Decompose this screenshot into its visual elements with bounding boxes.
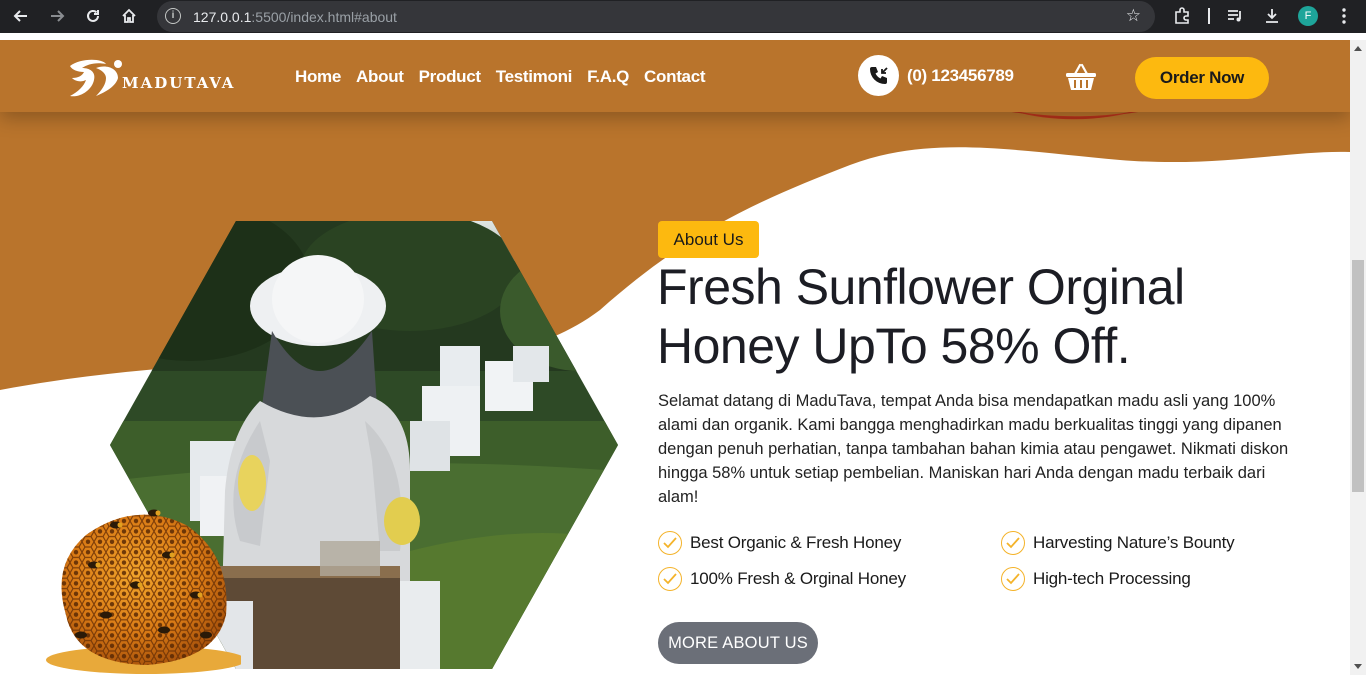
about-title: Fresh Sunflower Orginal Honey UpTo 58% O… bbox=[657, 258, 1297, 376]
url-text: 127.0.0.1:5500/index.html#about bbox=[193, 9, 397, 25]
about-description: Selamat datang di MaduTava, tempat Anda … bbox=[658, 392, 1289, 506]
page-viewport: MADUTAVA Home About Product Testimoni F.… bbox=[0, 40, 1350, 675]
scroll-up-arrow-icon[interactable] bbox=[1354, 46, 1362, 51]
feature-label: High-tech Processing bbox=[1033, 569, 1191, 588]
phone-call-icon bbox=[858, 55, 899, 96]
extensions-icon[interactable] bbox=[1170, 4, 1194, 28]
check-circle-icon bbox=[658, 567, 682, 591]
phone-number: (0) 123456789 bbox=[907, 65, 1014, 85]
about-us-badge: About Us bbox=[658, 221, 759, 258]
scroll-down-arrow-icon[interactable] bbox=[1354, 664, 1362, 669]
nav-testimoni[interactable]: Testimoni bbox=[496, 67, 573, 87]
nav-contact[interactable]: Contact bbox=[644, 67, 705, 87]
about-title-line2: Honey UpTo 58% Off. bbox=[657, 318, 1131, 374]
scrollbar-thumb[interactable] bbox=[1352, 260, 1364, 492]
logo[interactable]: MADUTAVA bbox=[66, 56, 235, 100]
logo-text: MADUTAVA bbox=[122, 74, 236, 92]
check-circle-icon bbox=[1001, 531, 1025, 555]
nav-about[interactable]: About bbox=[356, 67, 404, 87]
check-circle-icon bbox=[658, 531, 682, 555]
phone-contact[interactable]: (0) 123456789 bbox=[858, 55, 1014, 96]
feature-label: Best Organic & Fresh Honey bbox=[690, 533, 902, 552]
back-icon[interactable] bbox=[8, 3, 34, 29]
reload-icon[interactable] bbox=[80, 3, 106, 29]
nav-faq[interactable]: F.A.Q bbox=[587, 67, 629, 87]
check-circle-icon bbox=[1001, 567, 1025, 591]
downloads-icon[interactable] bbox=[1260, 4, 1284, 28]
forward-icon[interactable] bbox=[44, 3, 70, 29]
nav-home[interactable]: Home bbox=[295, 67, 341, 87]
address-bar[interactable]: i 127.0.0.1:5500/index.html#about ☆ bbox=[157, 1, 1155, 32]
feature-item: Harvesting Nature’s Bounty bbox=[1001, 531, 1235, 555]
page-top-gap bbox=[0, 33, 1366, 40]
menu-kebab-icon[interactable] bbox=[1332, 4, 1356, 28]
bookmark-star-icon[interactable]: ☆ bbox=[1126, 6, 1141, 26]
honeycomb-image bbox=[46, 509, 241, 674]
browser-toolbar: i 127.0.0.1:5500/index.html#about ☆ F bbox=[0, 0, 1366, 33]
nav-product[interactable]: Product bbox=[419, 67, 481, 87]
order-now-button[interactable]: Order Now bbox=[1135, 57, 1269, 99]
page-scrollbar[interactable] bbox=[1350, 40, 1366, 675]
feature-label: Harvesting Nature’s Bounty bbox=[1033, 533, 1235, 552]
home-icon[interactable] bbox=[116, 3, 142, 29]
basket-cart-icon[interactable] bbox=[1065, 63, 1097, 91]
bee-logo-icon bbox=[70, 59, 122, 97]
site-info-icon[interactable]: i bbox=[165, 8, 181, 24]
toolbar-divider bbox=[1208, 8, 1210, 24]
feature-item: Best Organic & Fresh Honey bbox=[658, 531, 901, 555]
profile-avatar[interactable]: F bbox=[1298, 6, 1318, 26]
about-title-line1: Fresh Sunflower Orginal bbox=[657, 259, 1185, 315]
media-controls-icon[interactable] bbox=[1223, 4, 1247, 28]
feature-item: 100% Fresh & Orginal Honey bbox=[658, 567, 906, 591]
more-about-us-button[interactable]: MORE ABOUT US bbox=[658, 622, 818, 664]
site-header: MADUTAVA Home About Product Testimoni F.… bbox=[0, 40, 1350, 112]
feature-label: 100% Fresh & Orginal Honey bbox=[690, 569, 906, 588]
feature-item: High-tech Processing bbox=[1001, 567, 1191, 591]
main-nav: Home About Product Testimoni F.A.Q Conta… bbox=[295, 67, 720, 87]
